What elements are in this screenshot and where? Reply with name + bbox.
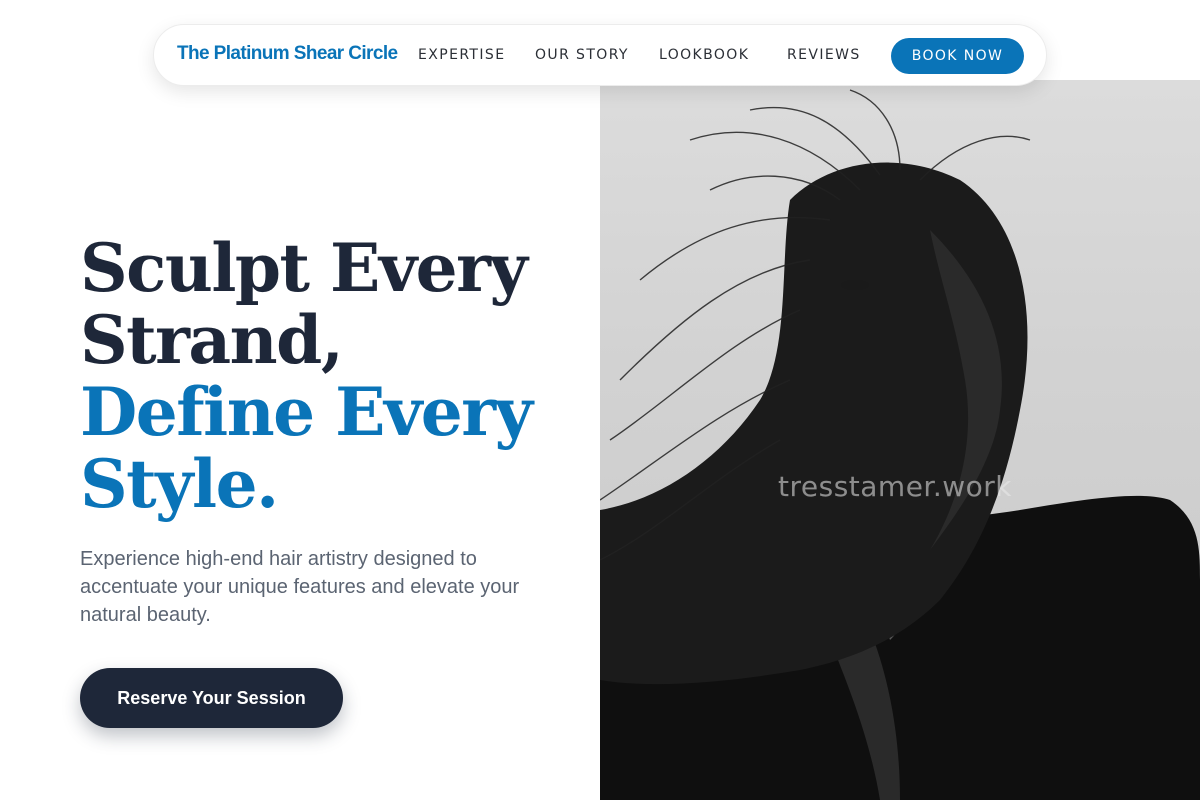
headline-line-3: Define Every bbox=[80, 373, 533, 451]
headline-line-4: Style. bbox=[80, 445, 279, 523]
nav-link-reviews[interactable]: REVIEWS bbox=[787, 47, 861, 63]
brand-logo[interactable]: The Platinum Shear Circle bbox=[177, 43, 398, 65]
nav-link-expertise[interactable]: EXPERTISE bbox=[418, 47, 505, 63]
hero-headline: Sculpt Every Strand, Define Every Style. bbox=[80, 232, 560, 520]
headline-line-2: Strand, bbox=[80, 301, 344, 379]
hero-subtext: Experience high-end hair artistry design… bbox=[80, 548, 520, 626]
book-now-button[interactable]: BOOK NOW bbox=[891, 38, 1024, 74]
image-watermark: tresstamer.work bbox=[778, 470, 1013, 503]
top-navbar: The Platinum Shear Circle EXPERTISE OUR … bbox=[153, 24, 1047, 86]
reserve-session-button[interactable]: Reserve Your Session bbox=[80, 668, 343, 728]
headline-line-1: Sculpt Every bbox=[80, 229, 528, 307]
hero-image: tresstamer.work bbox=[600, 80, 1200, 800]
nav-link-our-story[interactable]: OUR STORY bbox=[535, 47, 629, 63]
nav-link-lookbook[interactable]: LOOKBOOK bbox=[659, 47, 749, 63]
hero-image-illustration bbox=[600, 89, 1200, 800]
